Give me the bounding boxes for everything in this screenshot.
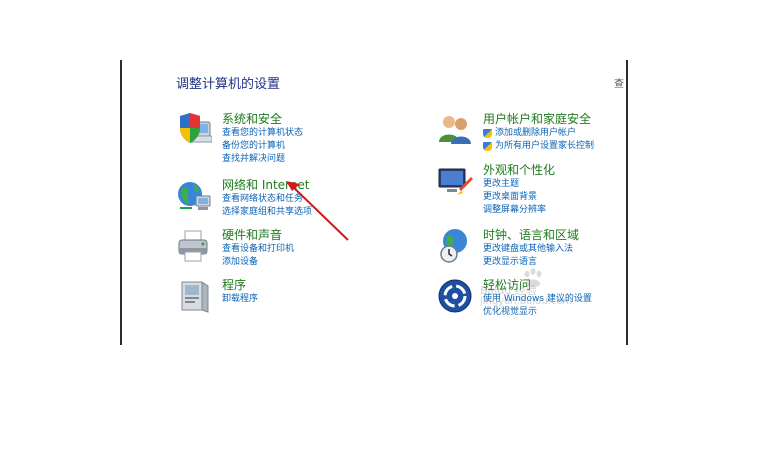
link-view-devices-printers[interactable]: 查看设备和打印机	[222, 243, 294, 256]
printer-icon[interactable]	[176, 228, 212, 264]
programs-box-icon[interactable]	[176, 278, 212, 314]
link-add-device[interactable]: 添加设备	[222, 256, 294, 269]
link-adjust-resolution[interactable]: 调整屏幕分辨率	[483, 204, 546, 217]
link-optimize-visual-display[interactable]: 优化视觉显示	[483, 306, 592, 319]
link-homegroup-sharing[interactable]: 选择家庭组和共享选项	[222, 206, 312, 219]
ease-of-access-icon[interactable]	[437, 278, 473, 314]
shield-security-icon[interactable]	[176, 112, 212, 148]
category-title-clock-language-region[interactable]: 时钟、语言和区域	[483, 226, 579, 243]
category-title-network-internet[interactable]: 网络和 Internet	[222, 176, 309, 193]
category-title-appearance[interactable]: 外观和个性化	[483, 161, 555, 178]
link-change-desktop-background[interactable]: 更改桌面背景	[483, 191, 546, 204]
category-title-user-accounts[interactable]: 用户帐户和家庭安全	[483, 110, 591, 127]
users-icon[interactable]	[437, 112, 473, 148]
link-view-computer-status[interactable]: 查看您的计算机状态	[222, 127, 303, 140]
category-title-system-security[interactable]: 系统和安全	[222, 110, 282, 127]
watermark-url: jingyan.baidu.com	[480, 296, 573, 307]
link-parental-controls[interactable]: 为所有用户设置家长控制	[483, 140, 594, 153]
network-globe-icon[interactable]	[176, 178, 212, 214]
appearance-monitor-icon[interactable]	[437, 163, 473, 199]
page-title: 调整计算机的设置	[176, 77, 281, 92]
link-backup-computer[interactable]: 备份您的计算机	[222, 140, 303, 153]
link-troubleshoot[interactable]: 查找并解决问题	[222, 153, 303, 166]
category-title-programs[interactable]: 程序	[222, 276, 246, 293]
category-title-hardware-sound[interactable]: 硬件和声音	[222, 226, 282, 243]
clock-globe-icon[interactable]	[437, 228, 473, 264]
link-change-theme[interactable]: 更改主题	[483, 178, 546, 191]
link-uninstall-program[interactable]: 卸载程序	[222, 293, 258, 306]
link-change-keyboard-input[interactable]: 更改键盘或其他输入法	[483, 243, 573, 256]
link-view-network-status[interactable]: 查看网络状态和任务	[222, 193, 312, 206]
view-by-label[interactable]: 查	[614, 75, 624, 90]
link-add-remove-user[interactable]: 添加或删除用户帐户	[483, 127, 594, 140]
